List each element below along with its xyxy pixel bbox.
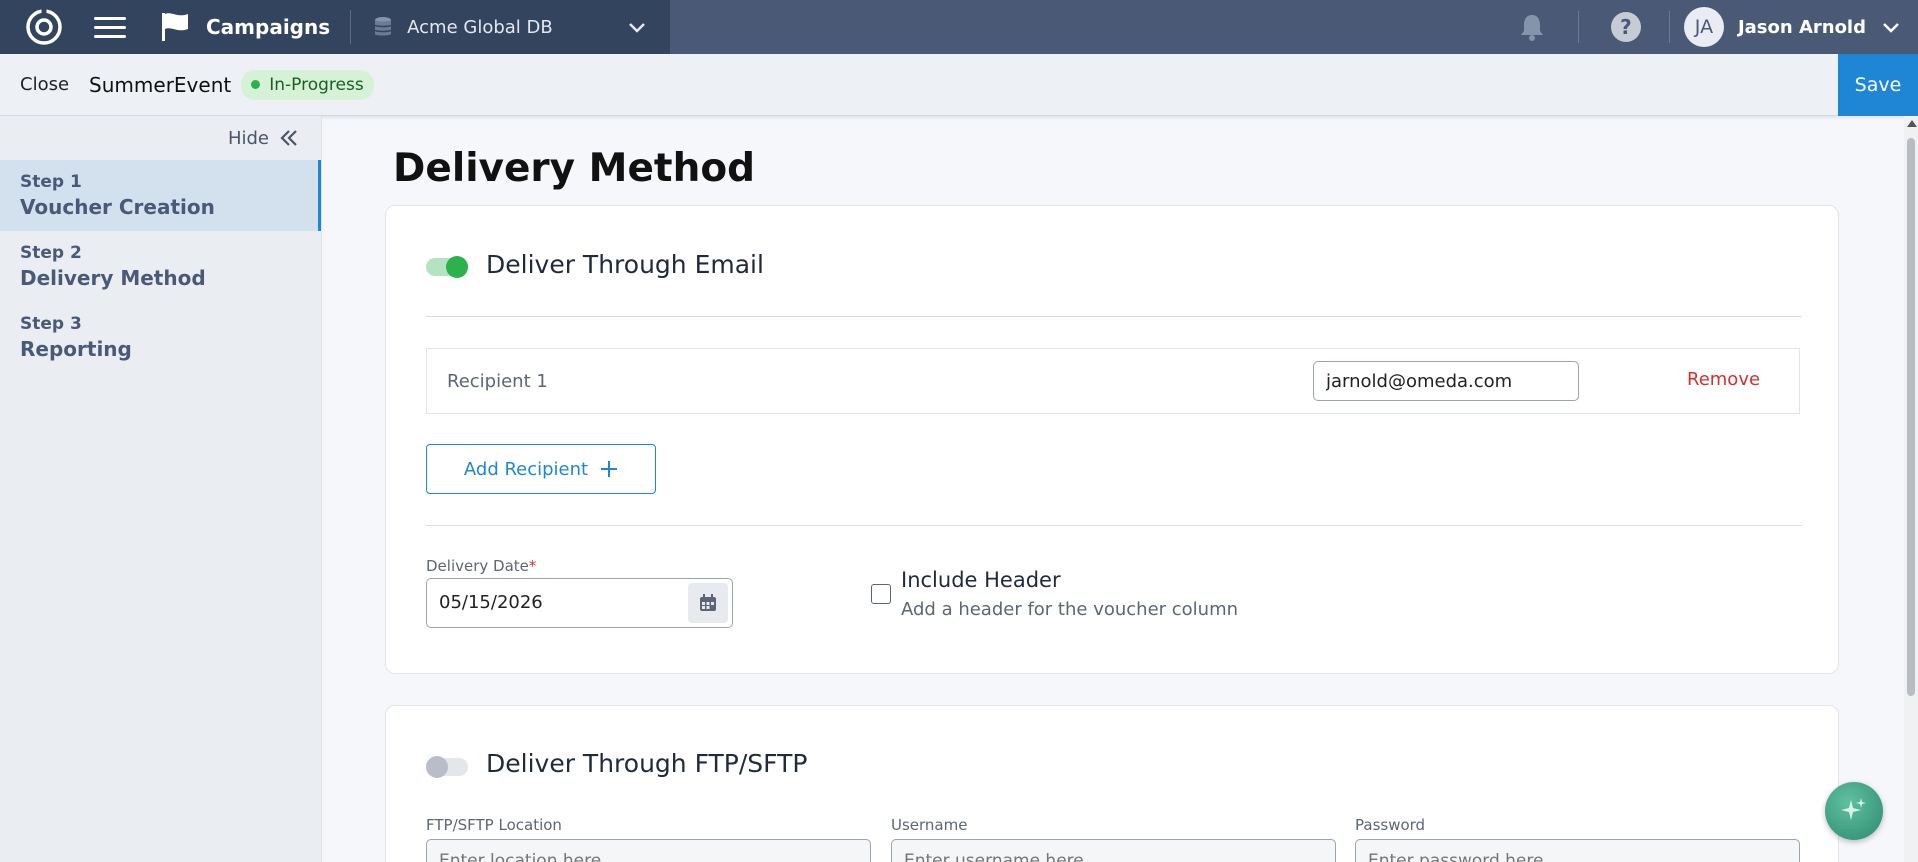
calendar-icon[interactable] [688, 583, 728, 623]
divider [426, 316, 1802, 317]
scrollbar-thumb[interactable] [1907, 138, 1915, 696]
step-label: Voucher Creation [20, 195, 215, 219]
close-button[interactable]: Close [20, 74, 69, 95]
status-badge: In-Progress [241, 69, 374, 100]
page-title: Delivery Method [393, 146, 756, 191]
plus-icon [601, 461, 618, 477]
step-number: Step 1 [20, 172, 82, 192]
hide-label: Hide [227, 127, 269, 149]
include-header-label: Include Header [901, 568, 1061, 592]
toggle-knob [426, 756, 448, 778]
email-delivery-toggle[interactable] [426, 256, 468, 278]
email-delivery-card: Deliver Through Email Recipient 1 Remove… [385, 205, 1839, 674]
recipient-label: Recipient 1 [447, 371, 548, 392]
database-icon [374, 17, 392, 36]
ftp-section-title: Deliver Through FTP/SFTP [486, 749, 808, 778]
app-name[interactable]: Campaigns [206, 15, 330, 39]
nav-divider [350, 10, 352, 44]
step-number: Step 3 [20, 314, 82, 334]
sidebar-step-1[interactable]: Step 1 Voucher Creation [0, 160, 321, 231]
include-header-checkbox[interactable] [871, 584, 891, 604]
flag-icon [162, 13, 188, 41]
help-icon[interactable]: ? [1610, 12, 1641, 42]
logo-icon[interactable] [22, 5, 66, 49]
sidebar-step-3[interactable]: Step 3 Reporting [0, 302, 321, 373]
hide-sidebar-button[interactable]: Hide [0, 116, 321, 160]
status-label: In-Progress [269, 74, 364, 95]
sparkle-icon [1841, 798, 1866, 820]
save-button[interactable]: Save [1838, 54, 1918, 116]
database-selector[interactable]: Acme Global DB [407, 17, 553, 38]
ai-assistant-button[interactable] [1825, 782, 1883, 840]
bell-icon[interactable] [1518, 12, 1546, 42]
add-recipient-button[interactable]: Add Recipient [426, 444, 656, 494]
ftp-location-label: FTP/SFTP Location [426, 816, 562, 834]
recipient-email-input[interactable] [1313, 361, 1579, 401]
menu-icon[interactable] [94, 11, 126, 43]
remove-recipient-button[interactable]: Remove [1687, 369, 1760, 390]
top-nav-bar: Campaigns Acme Global DB ? JA Jason Arno… [0, 0, 1918, 54]
scrollbar[interactable] [1904, 116, 1918, 862]
scroll-up-arrow-icon[interactable] [1907, 120, 1917, 127]
email-section-title: Deliver Through Email [486, 250, 764, 279]
chevron-down-icon[interactable] [1880, 16, 1902, 38]
required-marker: * [528, 557, 537, 575]
nav-divider [1668, 11, 1670, 43]
campaign-name: SummerEvent [89, 72, 232, 97]
divider [426, 525, 1802, 526]
nav-divider [1577, 11, 1579, 43]
ftp-username-label: Username [891, 816, 968, 834]
toggle-knob [446, 256, 468, 278]
chevron-down-icon[interactable] [626, 16, 648, 38]
ftp-delivery-card: Deliver Through FTP/SFTP FTP/SFTP Locati… [385, 705, 1839, 862]
sidebar-step-2[interactable]: Step 2 Delivery Method [0, 231, 321, 302]
campaign-header-bar: Close SummerEvent In-Progress Save [0, 54, 1918, 116]
recipient-row: Recipient 1 Remove [426, 348, 1800, 414]
ftp-location-input[interactable] [426, 839, 871, 862]
delivery-date-label: Delivery Date* [426, 557, 536, 575]
ftp-password-label: Password [1355, 816, 1426, 834]
steps-sidebar: Hide Step 1 Voucher Creation Step 2 Deli… [0, 116, 322, 862]
top-nav-right: ? JA Jason Arnold [1518, 0, 1918, 54]
double-chevron-left-icon [280, 130, 297, 146]
ftp-username-input[interactable] [891, 839, 1336, 862]
include-header-description: Add a header for the voucher column [901, 599, 1239, 620]
avatar[interactable]: JA [1683, 7, 1724, 47]
delivery-date-label-text: Delivery Date [426, 557, 529, 575]
status-dot-icon [251, 80, 261, 89]
top-nav-left: Campaigns Acme Global DB [0, 0, 670, 54]
delivery-date-input[interactable]: 05/15/2026 [426, 578, 733, 628]
delivery-date-value: 05/15/2026 [439, 592, 543, 613]
ftp-delivery-toggle[interactable] [426, 756, 468, 778]
add-recipient-label: Add Recipient [463, 458, 589, 480]
step-label: Delivery Method [20, 266, 206, 290]
ftp-password-input[interactable] [1355, 839, 1800, 862]
user-name[interactable]: Jason Arnold [1738, 17, 1866, 38]
step-number: Step 2 [20, 243, 82, 263]
step-label: Reporting [20, 337, 132, 361]
